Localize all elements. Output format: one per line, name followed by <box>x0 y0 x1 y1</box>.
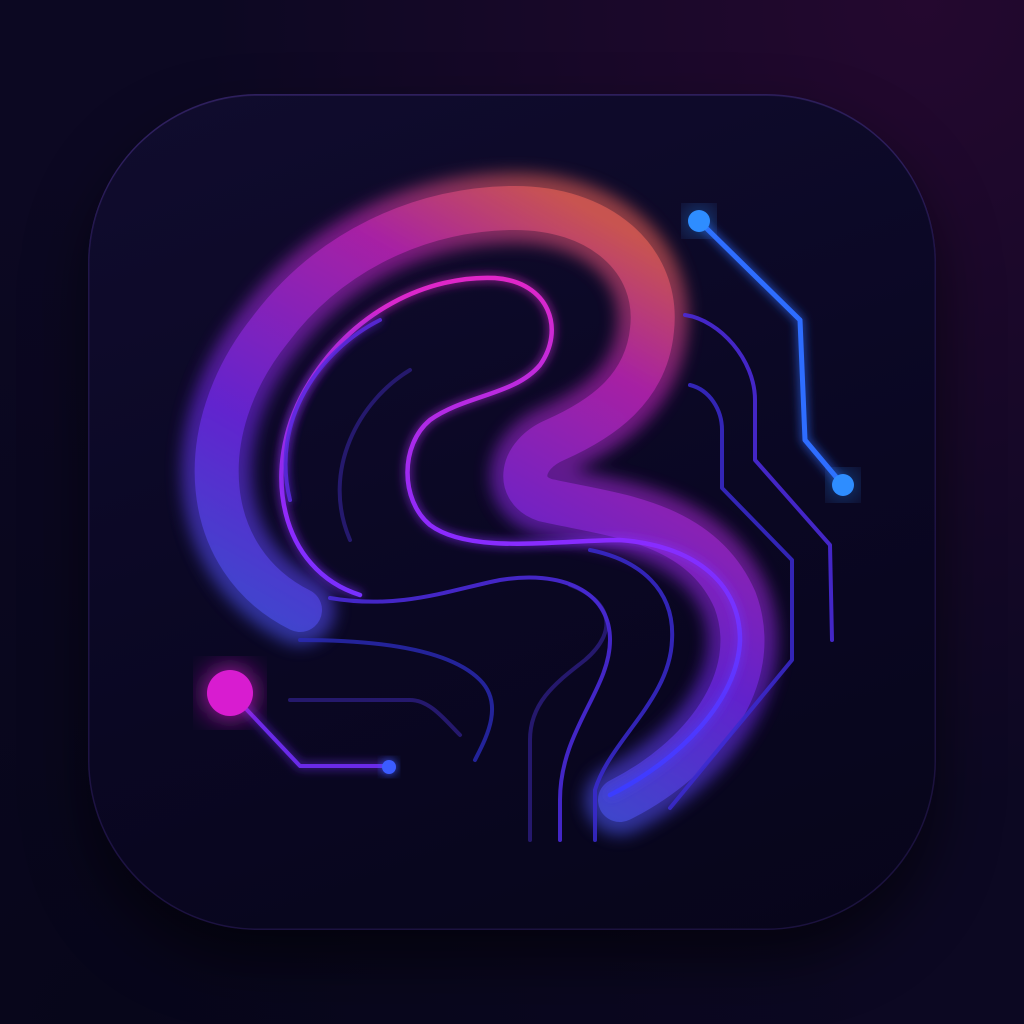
blue-node-right <box>832 474 854 496</box>
small-blue-node <box>382 760 396 774</box>
neural-swirl-logo <box>181 172 854 842</box>
canvas <box>0 0 1024 1024</box>
magenta-node <box>207 670 253 716</box>
magenta-node-connector <box>230 692 390 768</box>
blue-node-top <box>688 210 710 232</box>
app-icon-tile <box>88 94 936 930</box>
lower-violet-line <box>328 575 613 842</box>
